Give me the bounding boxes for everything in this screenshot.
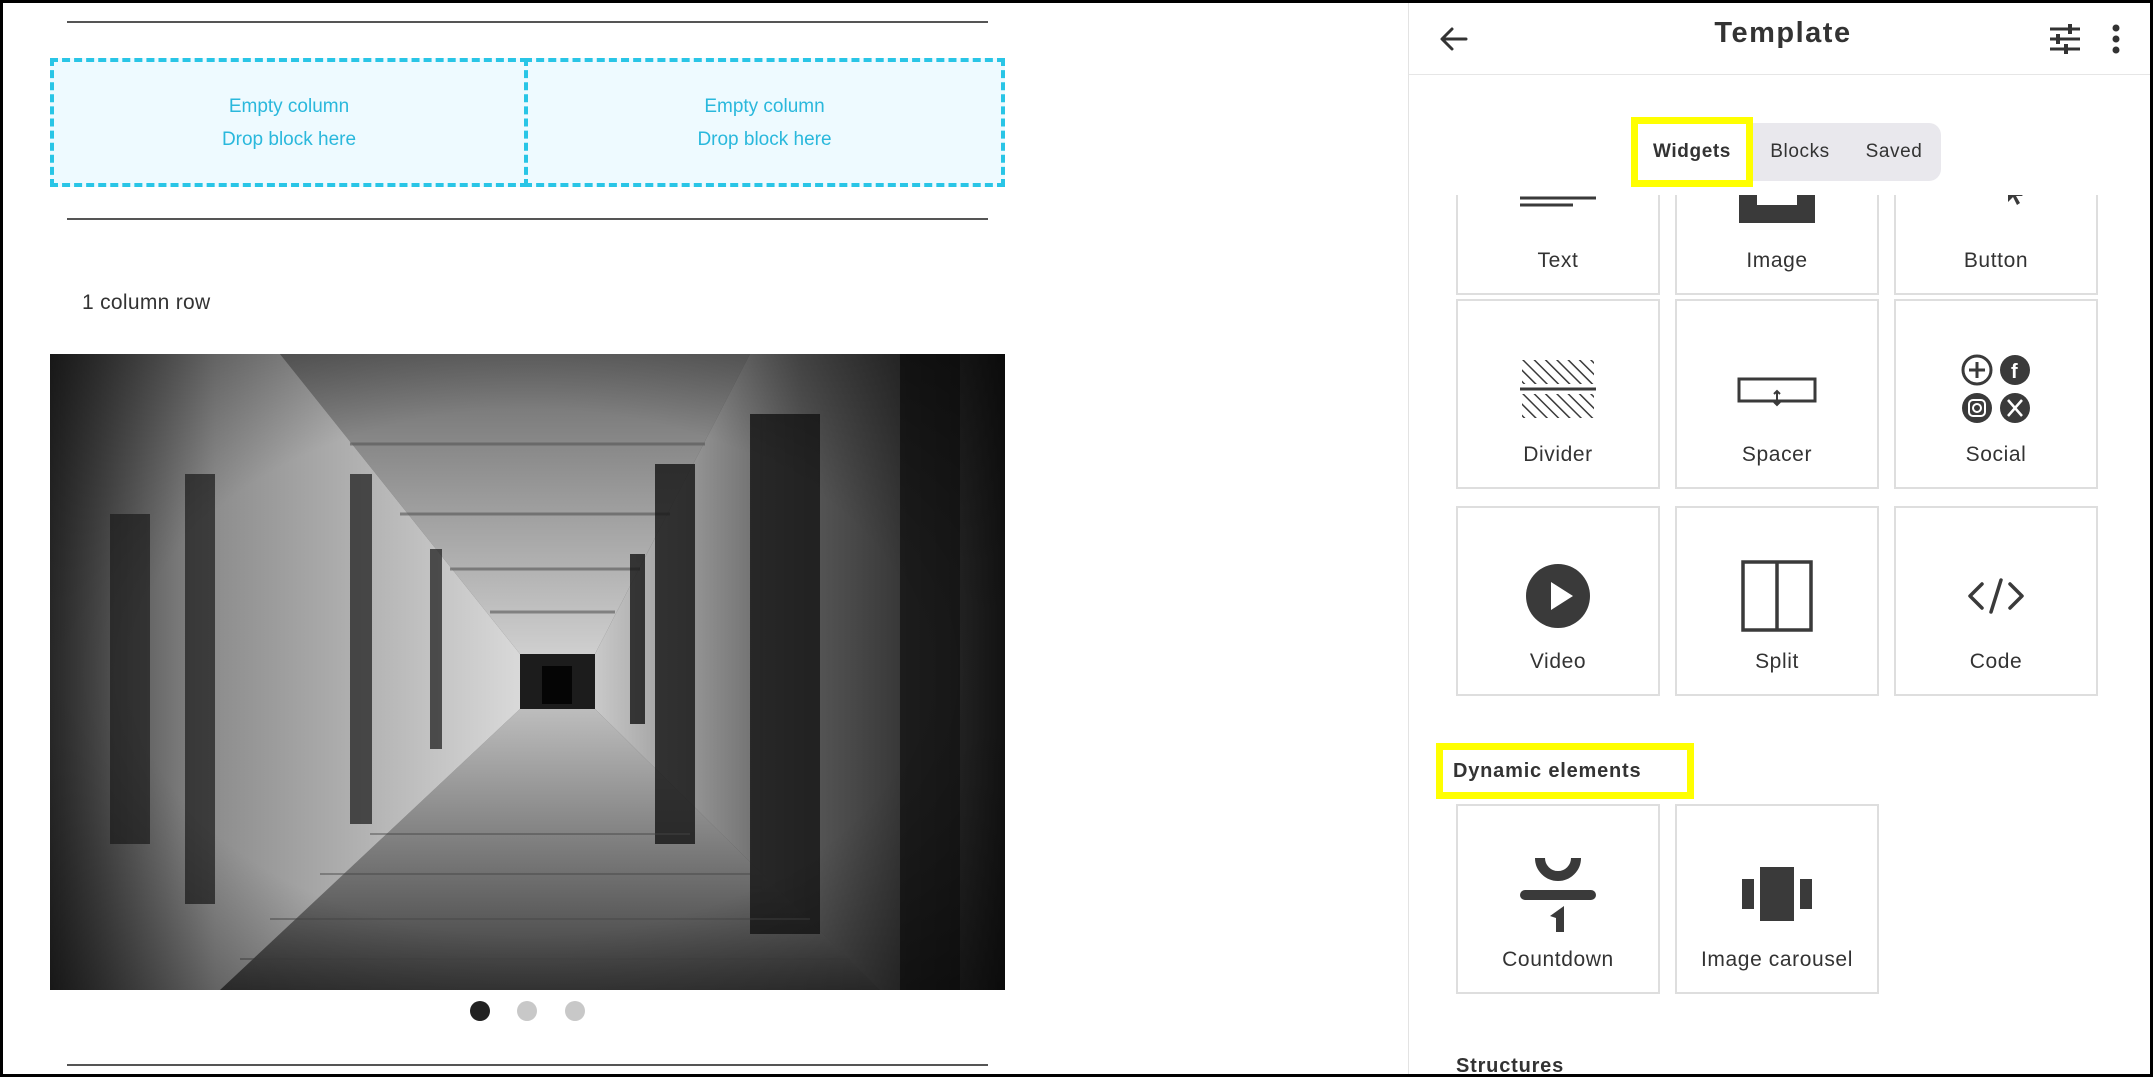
widget-label: Social xyxy=(1965,443,2027,466)
widget-button[interactable]: Button xyxy=(1894,195,2098,295)
more-options-button[interactable] xyxy=(2099,15,2133,63)
empty-column-title: Empty column xyxy=(704,95,825,117)
divider-icon xyxy=(1458,351,1658,427)
more-vertical-icon xyxy=(2112,24,2120,54)
widget-label: Countdown xyxy=(1502,948,1614,971)
app-frame: Empty column Drop block here Empty colum… xyxy=(0,0,2153,1077)
svg-text:f: f xyxy=(2011,361,2018,383)
widget-label: Spacer xyxy=(1741,443,1813,466)
email-canvas: Empty column Drop block here Empty colum… xyxy=(3,3,1408,1074)
carousel-dot-3[interactable] xyxy=(565,1001,585,1021)
widget-label: Text xyxy=(1537,249,1579,272)
drop-hint: Drop block here xyxy=(697,128,832,150)
widget-list[interactable]: Text Image Button Divider Spacer f Socia… xyxy=(1409,195,2150,1077)
tab-widgets[interactable]: Widgets xyxy=(1631,117,1753,187)
row-label: 1 column row xyxy=(82,291,211,314)
widget-split[interactable]: Split xyxy=(1675,506,1879,696)
widget-label: Image carousel xyxy=(1701,948,1853,971)
widget-code[interactable]: Code xyxy=(1894,506,2098,696)
carousel-icon xyxy=(1677,856,1877,932)
row-divider-bottom xyxy=(67,1064,988,1066)
widget-label: Divider xyxy=(1523,443,1593,466)
widget-countdown[interactable]: Countdown xyxy=(1456,804,1660,994)
widget-image-carousel[interactable]: Image carousel xyxy=(1675,804,1879,994)
widget-label: Image xyxy=(1746,249,1808,272)
widget-social[interactable]: f Social xyxy=(1894,299,2098,489)
button-cursor-icon xyxy=(1896,195,2096,233)
tab-saved[interactable]: Saved xyxy=(1847,123,1941,181)
tab-blocks[interactable]: Blocks xyxy=(1753,123,1847,181)
empty-column-title: Empty column xyxy=(228,95,350,117)
row-divider-middle xyxy=(67,218,988,220)
widget-divider[interactable]: Divider xyxy=(1456,299,1660,489)
carousel-image[interactable] xyxy=(50,354,1005,990)
sliders-icon xyxy=(2050,24,2080,54)
structures-heading: Structures xyxy=(1456,1055,1565,1077)
corridor-photo xyxy=(50,354,1005,990)
social-icons-icon: f xyxy=(1896,351,2096,427)
widget-spacer[interactable]: Spacer xyxy=(1675,299,1879,489)
play-circle-icon xyxy=(1458,558,1658,634)
widget-label: Code xyxy=(1969,650,2023,673)
widget-image[interactable]: Image xyxy=(1675,195,1879,295)
widget-text[interactable]: Text xyxy=(1456,195,1660,295)
code-brackets-icon xyxy=(1896,558,2096,634)
text-lines-icon xyxy=(1458,195,1658,233)
empty-column-dropzone-1[interactable]: Empty column Drop block here xyxy=(50,58,528,187)
widget-label: Video xyxy=(1529,650,1587,673)
spacer-icon xyxy=(1677,351,1877,427)
image-icon xyxy=(1677,195,1877,233)
drop-hint: Drop block here xyxy=(221,128,357,150)
split-columns-icon xyxy=(1677,558,1877,634)
widget-label: Button xyxy=(1963,249,2029,272)
countdown-icon xyxy=(1458,856,1658,932)
empty-column-dropzone-2[interactable]: Empty column Drop block here xyxy=(524,58,1005,187)
carousel-dot-1[interactable] xyxy=(470,1001,490,1021)
row-divider-top xyxy=(67,21,988,23)
template-side-panel: Template Widgets Blocks Saved Text Image… xyxy=(1408,3,2150,1077)
settings-button[interactable] xyxy=(2041,15,2089,63)
dynamic-elements-heading: Dynamic elements xyxy=(1436,743,1694,799)
panel-tabs: Widgets Blocks Saved xyxy=(1631,117,1941,187)
panel-header: Template xyxy=(1409,3,2150,75)
carousel-dot-2[interactable] xyxy=(517,1001,537,1021)
widget-video[interactable]: Video xyxy=(1456,506,1660,696)
widget-label: Split xyxy=(1755,650,1799,673)
